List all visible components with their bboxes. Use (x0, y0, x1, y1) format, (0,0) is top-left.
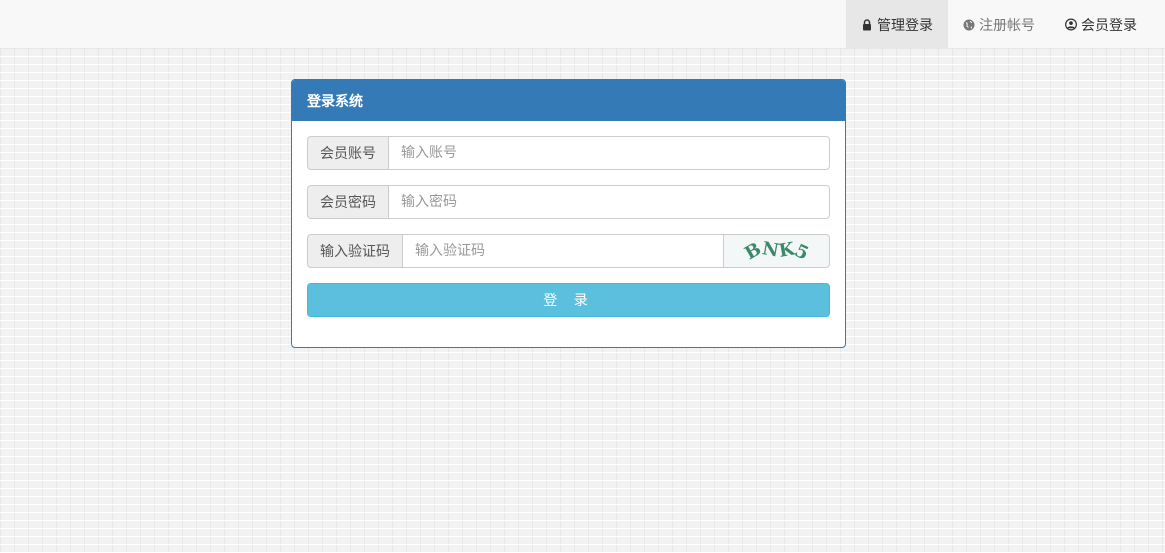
captcha-image[interactable]: BNK5 (724, 234, 830, 268)
lock-icon (861, 18, 873, 31)
top-navbar: 管理登录 注册帐号 会员登录 (0, 0, 1165, 49)
nav-item-register[interactable]: 注册帐号 (948, 0, 1050, 49)
account-group: 会员账号 (307, 136, 830, 170)
nav-item-label: 注册帐号 (979, 17, 1035, 34)
nav-item-label: 管理登录 (877, 17, 933, 34)
login-form: 会员账号 会员密码 输入验证码 BNK5 登 录 (292, 121, 845, 317)
nav-item-member-login[interactable]: 会员登录 (1050, 0, 1152, 49)
captcha-char: 5 (791, 240, 811, 264)
login-button[interactable]: 登 录 (307, 283, 830, 317)
globe-icon (963, 19, 975, 31)
user-circle-icon (1065, 18, 1077, 31)
nav-item-admin-login[interactable]: 管理登录 (846, 0, 948, 49)
nav-menu: 管理登录 注册帐号 会员登录 (846, 0, 1152, 49)
account-input[interactable] (388, 136, 830, 170)
password-group: 会员密码 (307, 185, 830, 219)
login-panel: 登录系统 会员账号 会员密码 输入验证码 BNK5 登 录 (291, 79, 846, 348)
captcha-graphic: BNK5 (741, 238, 811, 264)
panel-title: 登录系统 (292, 80, 845, 121)
password-label: 会员密码 (307, 185, 388, 219)
account-label: 会员账号 (307, 136, 388, 170)
password-input[interactable] (388, 185, 830, 219)
nav-item-label: 会员登录 (1081, 17, 1137, 34)
captcha-input[interactable] (402, 234, 724, 268)
captcha-label: 输入验证码 (307, 234, 402, 268)
captcha-group: 输入验证码 BNK5 (307, 234, 830, 268)
